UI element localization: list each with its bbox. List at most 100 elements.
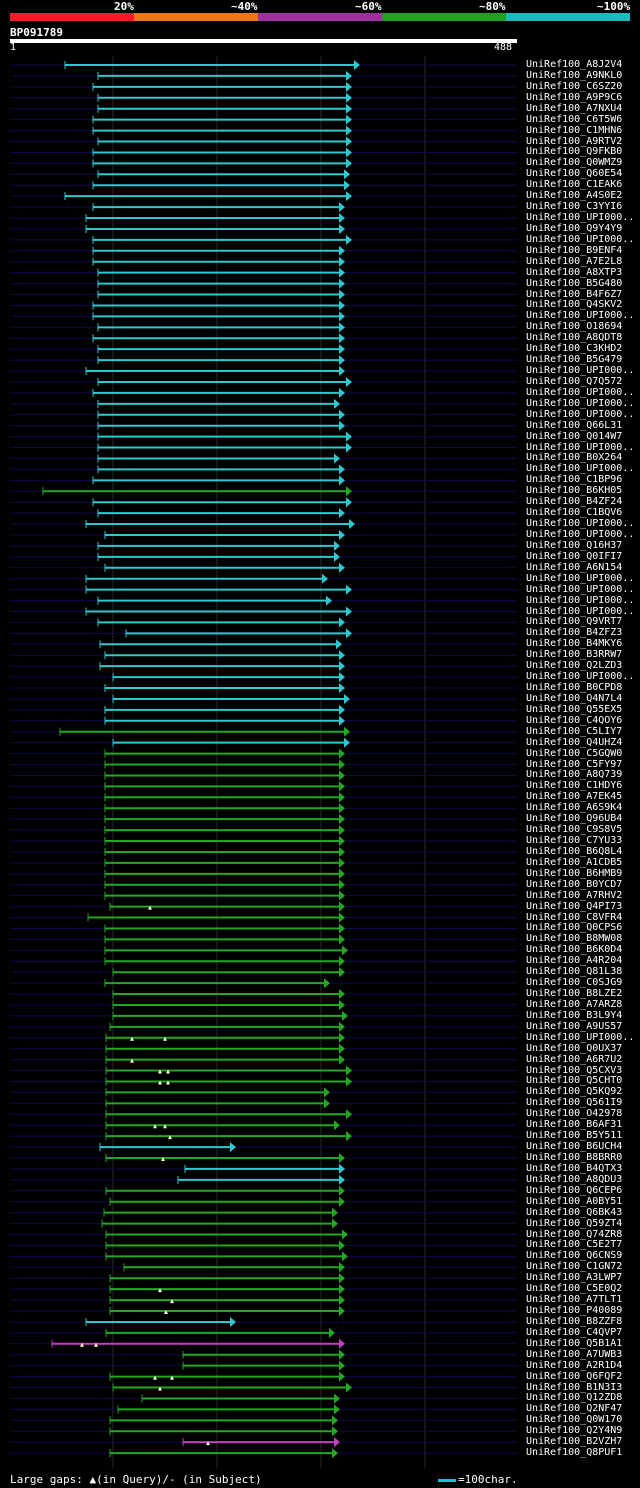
hit-label[interactable]: UniRef100_A9RTV2 bbox=[526, 136, 622, 147]
hit-label[interactable]: UniRef100_Q0W170 bbox=[526, 1414, 622, 1425]
hit-label[interactable]: UniRef100_B9ENF4 bbox=[526, 245, 622, 256]
hit-label[interactable]: UniRef100_Q6CNS9 bbox=[526, 1250, 622, 1261]
hit-label[interactable]: UniRef100_Q81L38 bbox=[526, 966, 622, 977]
hit-label[interactable]: UniRef100_B2VZH7 bbox=[526, 1436, 622, 1447]
hit-label[interactable]: UniRef100_B5G480 bbox=[526, 278, 622, 289]
hit-label[interactable]: UniRef100_Q0WMZ9 bbox=[526, 157, 622, 168]
hit-label[interactable]: UniRef100_O42978 bbox=[526, 1108, 622, 1119]
hit-label[interactable]: UniRef100_Q2LZD3 bbox=[526, 660, 622, 671]
hit-label[interactable]: UniRef100_B1N3I3 bbox=[526, 1382, 622, 1393]
hit-label[interactable]: UniRef100_A4S0E2 bbox=[526, 190, 622, 201]
hit-label[interactable]: UniRef100_UPI000.. bbox=[526, 212, 634, 223]
hit-label[interactable]: UniRef100_A8Q739 bbox=[526, 769, 622, 780]
hit-label[interactable]: UniRef100_Q5KQ92 bbox=[526, 1086, 622, 1097]
hit-label[interactable]: UniRef100_C5E2T7 bbox=[526, 1239, 622, 1250]
hit-label[interactable]: UniRef100_B4MKY6 bbox=[526, 638, 622, 649]
hit-label[interactable]: UniRef100_UPI000.. bbox=[526, 234, 634, 245]
hit-label[interactable]: UniRef100_B0YCD7 bbox=[526, 879, 622, 890]
hit-label[interactable]: UniRef100_B8LZE2 bbox=[526, 988, 622, 999]
hit-label[interactable]: UniRef100_Q9FKB0 bbox=[526, 146, 622, 157]
hit-label[interactable]: UniRef100_B6AF31 bbox=[526, 1119, 622, 1130]
hit-label[interactable]: UniRef100_B6Q8L4 bbox=[526, 846, 622, 857]
hit-label[interactable]: UniRef100_Q4SKV2 bbox=[526, 299, 622, 310]
hit-label[interactable]: UniRef100_A6S9K4 bbox=[526, 802, 622, 813]
hit-label[interactable]: UniRef100_B4QTX3 bbox=[526, 1163, 622, 1174]
hit-label[interactable]: UniRef100_Q66L31 bbox=[526, 420, 622, 431]
hit-label[interactable]: UniRef100_Q5B1A1 bbox=[526, 1338, 622, 1349]
hit-label[interactable]: UniRef100_A9P9C6 bbox=[526, 92, 622, 103]
hit-label[interactable]: UniRef100_C8VFR4 bbox=[526, 912, 622, 923]
hit-label[interactable]: UniRef100_Q96UB4 bbox=[526, 813, 622, 824]
hit-label[interactable]: UniRef100_A7ARZ8 bbox=[526, 999, 622, 1010]
hit-label[interactable]: UniRef100_C1BQV6 bbox=[526, 507, 622, 518]
hit-label[interactable]: UniRef100_A7TLT1 bbox=[526, 1294, 622, 1305]
hit-label[interactable]: UniRef100_A8J2V4 bbox=[526, 59, 622, 70]
hit-label[interactable]: UniRef100_C1HDY6 bbox=[526, 780, 622, 791]
hit-label[interactable]: UniRef100_C6SZ20 bbox=[526, 81, 622, 92]
hit-label[interactable]: UniRef100_Q55EX5 bbox=[526, 704, 622, 715]
hit-label[interactable]: UniRef100_C9S8V5 bbox=[526, 824, 622, 835]
hit-label[interactable]: UniRef100_UPI000.. bbox=[526, 518, 634, 529]
hit-label[interactable]: UniRef100_A1CDB5 bbox=[526, 857, 622, 868]
hit-label[interactable]: UniRef100_A9NKL0 bbox=[526, 70, 622, 81]
hit-label[interactable]: UniRef100_B6HMB9 bbox=[526, 868, 622, 879]
hit-label[interactable]: UniRef100_A6R7U2 bbox=[526, 1054, 622, 1065]
hit-label[interactable]: UniRef100_C5FY97 bbox=[526, 759, 622, 770]
hit-label[interactable]: UniRef100_C1MHN6 bbox=[526, 125, 622, 136]
hit-label[interactable]: UniRef100_C5E0Q2 bbox=[526, 1283, 622, 1294]
hit-label[interactable]: UniRef100_Q9Y4Y9 bbox=[526, 223, 622, 234]
hit-label[interactable]: UniRef100_C0SJG9 bbox=[526, 977, 622, 988]
hit-label[interactable]: UniRef100_UPI000.. bbox=[526, 573, 634, 584]
hit-label[interactable]: UniRef100_Q5CHT0 bbox=[526, 1075, 622, 1086]
hit-label[interactable]: UniRef100_B5Y511 bbox=[526, 1130, 622, 1141]
hit-label[interactable]: UniRef100_A7NXU4 bbox=[526, 103, 622, 114]
hit-label[interactable]: UniRef100_C5GQW0 bbox=[526, 748, 622, 759]
hit-label[interactable]: UniRef100_Q60E54 bbox=[526, 168, 622, 179]
hit-label[interactable]: UniRef100_A0BY51 bbox=[526, 1196, 622, 1207]
hit-label[interactable]: UniRef100_Q5CXV3 bbox=[526, 1065, 622, 1076]
hit-label[interactable]: UniRef100_UPI000.. bbox=[526, 398, 634, 409]
hit-label[interactable]: UniRef100_O18694 bbox=[526, 321, 622, 332]
hit-label[interactable]: UniRef100_A8QDU3 bbox=[526, 1174, 622, 1185]
hit-label[interactable]: UniRef100_Q6BK43 bbox=[526, 1207, 622, 1218]
hit-label[interactable]: UniRef100_C7YU33 bbox=[526, 835, 622, 846]
hit-label[interactable]: UniRef100_UPI000.. bbox=[526, 595, 634, 606]
hit-label[interactable]: UniRef100_B4F6Z7 bbox=[526, 289, 622, 300]
hit-label[interactable]: UniRef100_UPI000.. bbox=[526, 387, 634, 398]
hit-label[interactable]: UniRef100_Q59ZT4 bbox=[526, 1218, 622, 1229]
hit-label[interactable]: UniRef100_C3YYI6 bbox=[526, 201, 622, 212]
hit-label[interactable]: UniRef100_C1BP96 bbox=[526, 474, 622, 485]
hit-label[interactable]: UniRef100_Q4UHZ4 bbox=[526, 737, 622, 748]
hit-label[interactable]: UniRef100_UPI000.. bbox=[526, 606, 634, 617]
hit-label[interactable]: UniRef100_Q0IFI7 bbox=[526, 551, 622, 562]
hit-label[interactable]: UniRef100_B3L9Y4 bbox=[526, 1010, 622, 1021]
hit-label[interactable]: UniRef100_B4ZFZ3 bbox=[526, 627, 622, 638]
hit-label[interactable]: UniRef100_A8XTP3 bbox=[526, 267, 622, 278]
hit-label[interactable]: UniRef100_C4QOY6 bbox=[526, 715, 622, 726]
hit-label[interactable]: UniRef100_B0CPD8 bbox=[526, 682, 622, 693]
hit-label[interactable]: UniRef100_B8BRR0 bbox=[526, 1152, 622, 1163]
hit-label[interactable]: UniRef100_UPI000.. bbox=[526, 442, 634, 453]
hit-label[interactable]: UniRef100_A9US57 bbox=[526, 1021, 622, 1032]
hit-label[interactable]: UniRef100_Q8PUF1 bbox=[526, 1447, 622, 1458]
hit-label[interactable]: UniRef100_UPI000.. bbox=[526, 463, 634, 474]
hit-label[interactable]: UniRef100_A7RHV2 bbox=[526, 890, 622, 901]
hit-label[interactable]: UniRef100_Q561I9 bbox=[526, 1097, 622, 1108]
hit-label[interactable]: UniRef100_B3RRW7 bbox=[526, 649, 622, 660]
hit-label[interactable]: UniRef100_B0X264 bbox=[526, 452, 622, 463]
hit-label[interactable]: UniRef100_A8QDT8 bbox=[526, 332, 622, 343]
hit-label[interactable]: UniRef100_Q014W7 bbox=[526, 431, 622, 442]
hit-label[interactable]: UniRef100_UPI000.. bbox=[526, 409, 634, 420]
hit-label[interactable]: UniRef100_Q4PI73 bbox=[526, 901, 622, 912]
hit-label[interactable]: UniRef100_A7E2L8 bbox=[526, 256, 622, 267]
hit-label[interactable]: UniRef100_Q74ZR8 bbox=[526, 1229, 622, 1240]
hit-label[interactable]: UniRef100_C5LIY7 bbox=[526, 726, 622, 737]
hit-label[interactable]: UniRef100_B8MW08 bbox=[526, 933, 622, 944]
hit-label[interactable]: UniRef100_Q2NF47 bbox=[526, 1403, 622, 1414]
hit-label[interactable]: UniRef100_C4QVP7 bbox=[526, 1327, 622, 1338]
hit-label[interactable]: UniRef100_B5G479 bbox=[526, 354, 622, 365]
hit-label[interactable]: UniRef100_Q6FQF2 bbox=[526, 1371, 622, 1382]
hit-label[interactable]: UniRef100_C1GN72 bbox=[526, 1261, 622, 1272]
hit-label[interactable]: UniRef100_UPI000.. bbox=[526, 310, 634, 321]
hit-label[interactable]: UniRef100_Q6CEP6 bbox=[526, 1185, 622, 1196]
